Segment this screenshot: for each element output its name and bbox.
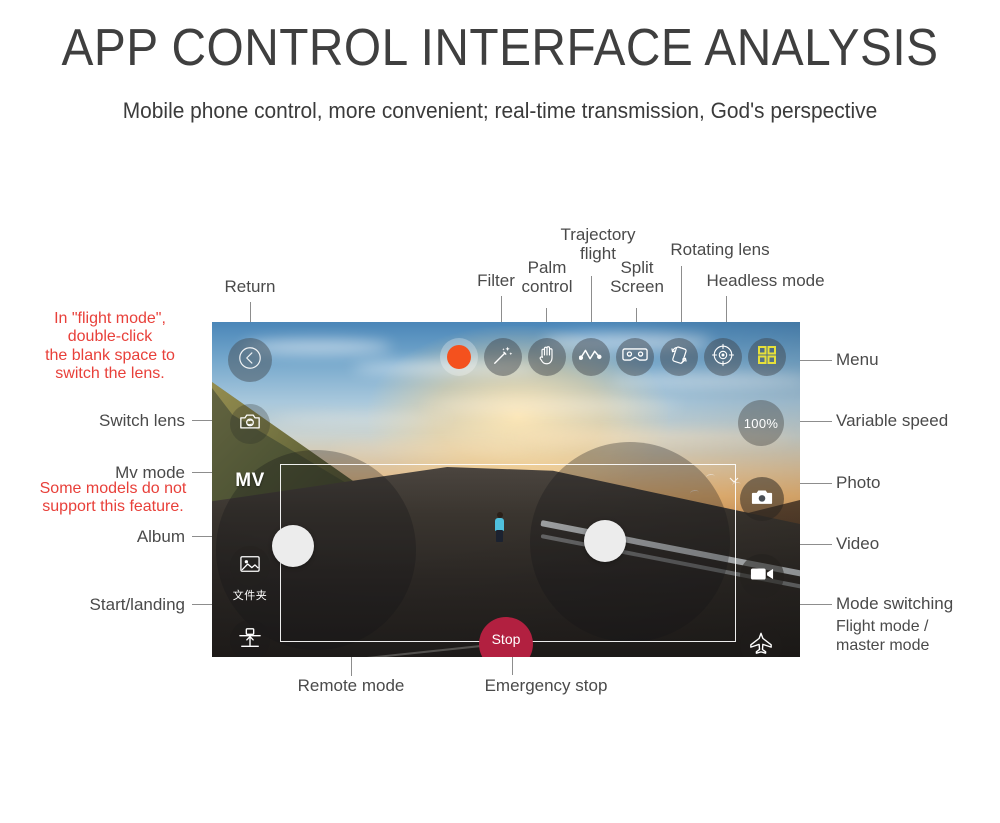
annotation-album: Album — [136, 527, 185, 546]
annotation-mode-switching: Mode switching — [836, 594, 954, 613]
record-button[interactable] — [440, 338, 478, 376]
annotation-menu: Menu — [836, 350, 879, 369]
palm-hand-icon — [537, 344, 557, 371]
rotate-phone-icon — [667, 343, 691, 372]
cloud-shape — [422, 400, 682, 412]
annotation-note-mv-support: Some models do not support this feature. — [39, 480, 187, 516]
stop-button-label: Stop — [491, 631, 521, 647]
album-caption: 文件夹 — [232, 589, 268, 602]
speed-percent-icon: 100% — [743, 415, 779, 431]
photo-button[interactable] — [740, 477, 784, 521]
palm-control-button[interactable] — [528, 338, 566, 376]
header: APP CONTROL INTERFACE ANALYSIS Mobile ph… — [0, 0, 1000, 124]
variable-speed-button[interactable]: 100% — [738, 400, 784, 446]
album-button[interactable] — [230, 546, 270, 586]
annotation-mode-sub: Flight mode / master mode — [836, 618, 930, 654]
vr-goggles-icon — [622, 346, 648, 368]
cloud-shape — [612, 374, 800, 387]
cloud-shape — [332, 444, 532, 453]
annotation-variable-speed: Variable speed — [836, 411, 949, 430]
annotation-start-landing: Start/landing — [89, 595, 185, 614]
compass-target-icon — [711, 343, 735, 372]
right-joystick-knob[interactable] — [584, 520, 626, 562]
record-dot-icon — [447, 345, 471, 369]
headless-mode-button[interactable] — [704, 338, 742, 376]
page-subtitle: Mobile phone control, more convenient; r… — [122, 98, 878, 123]
annotation-note-flight-mode: In "flight mode", double-click the blank… — [45, 310, 175, 383]
camera-switch-icon — [239, 412, 261, 436]
chevron-left-icon — [237, 345, 263, 376]
annotation-rotating-lens: Rotating lens — [670, 240, 770, 259]
annotation-photo: Photo — [836, 473, 881, 492]
phone-screen: MV 文件夹 起飞 100% — [212, 322, 800, 657]
waveform-path-icon — [578, 346, 603, 369]
annotation-remote-mode: Remote mode — [297, 676, 405, 695]
annotation-return: Return — [224, 277, 276, 296]
trajectory-flight-button[interactable] — [572, 338, 610, 376]
takeoff-button[interactable] — [230, 620, 270, 657]
takeoff-icon — [238, 627, 262, 654]
annotation-palm-control: Palm control — [521, 258, 573, 297]
mv-text-icon: MV — [235, 470, 265, 491]
switch-lens-button[interactable] — [230, 404, 270, 444]
annotation-switch-lens: Switch lens — [99, 411, 185, 430]
video-button[interactable] — [740, 554, 784, 598]
annotation-video: Video — [836, 534, 880, 553]
magic-wand-icon — [492, 344, 514, 371]
annotation-split-screen: Split Screen — [610, 258, 664, 297]
camera-icon — [751, 488, 773, 511]
cloud-shape — [272, 414, 452, 424]
annotation-emergency-stop: Emergency stop — [484, 676, 608, 695]
video-camera-icon — [750, 566, 774, 587]
mv-mode-button[interactable]: MV — [230, 470, 270, 492]
page-title: APP CONTROL INTERFACE ANALYSIS — [61, 19, 939, 77]
photo-gallery-icon — [239, 554, 261, 579]
return-button[interactable] — [228, 338, 272, 382]
rotating-lens-button[interactable] — [660, 338, 698, 376]
annotation-headless-mode: Headless mode — [706, 271, 825, 290]
menu-button[interactable] — [748, 338, 786, 376]
chevron-down-icon — [728, 474, 740, 486]
filter-button[interactable] — [484, 338, 522, 376]
split-screen-button[interactable] — [616, 338, 654, 376]
grid-menu-icon — [757, 345, 777, 370]
airplane-icon — [749, 631, 773, 658]
left-joystick-knob[interactable] — [272, 525, 314, 567]
framing-rectangle — [280, 464, 736, 642]
